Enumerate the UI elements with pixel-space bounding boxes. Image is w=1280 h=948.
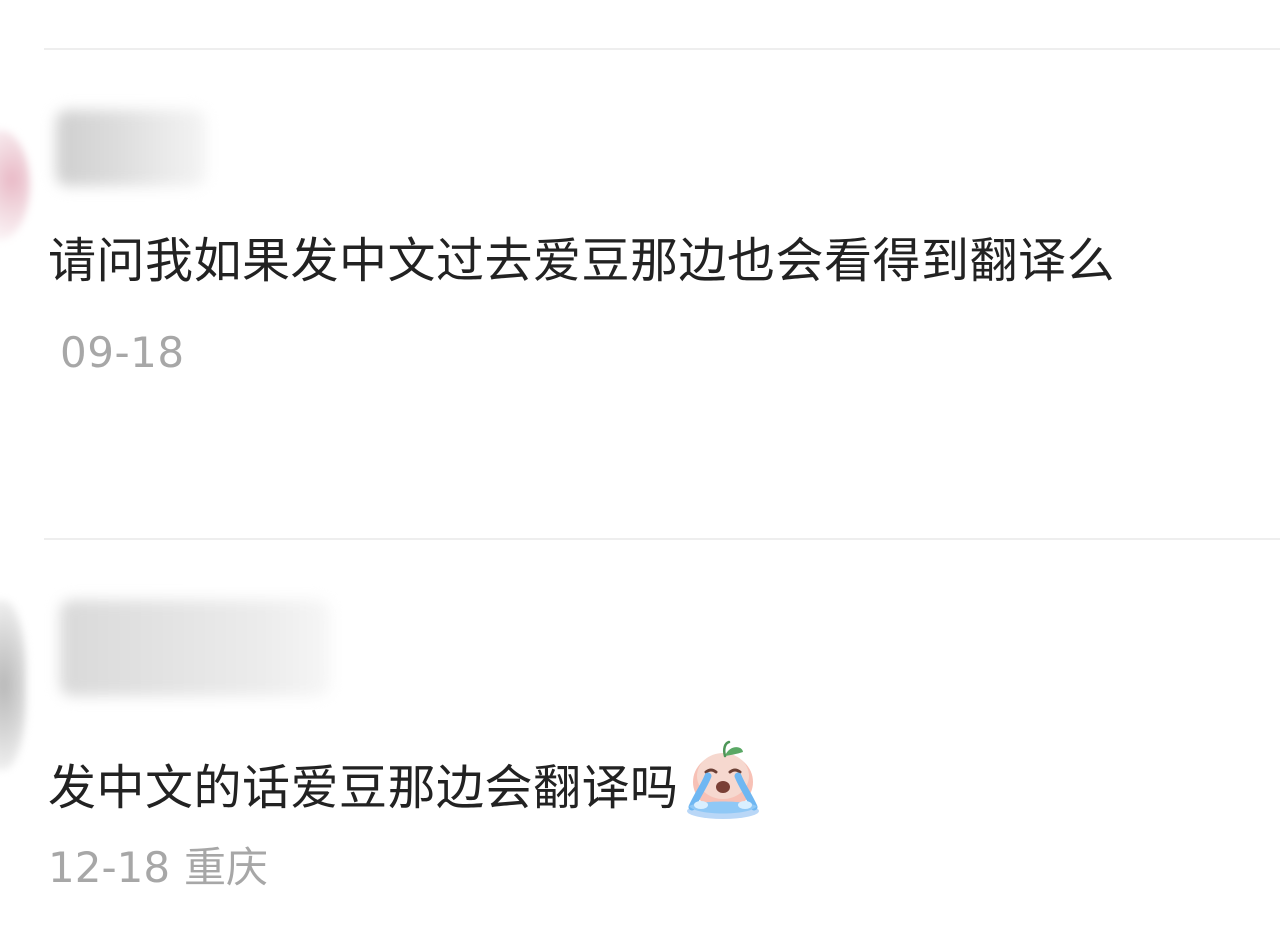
avatar[interactable] [0,600,26,770]
comment-list: 请问我如果发中文过去爱豆那边也会看得到翻译么 09-18 发中文的话爱豆那边会翻译… [0,0,1280,948]
comment-location: 重庆 [184,843,269,892]
comment-text: 发中文的话爱豆那边会翻译吗 [48,760,679,816]
divider [44,48,1280,50]
comment-body: 请问我如果发中文过去爱豆那边也会看得到翻译么 09-18 [48,216,1188,398]
comment-date: 12-18 [48,843,171,892]
comment-text: 请问我如果发中文过去爱豆那边也会看得到翻译么 [48,233,1116,289]
comment-body: 发中文的话爱豆那边会翻译吗 [48,738,1248,833]
crying-emoji-icon [686,740,759,819]
username-blurred[interactable] [60,600,330,696]
comment-meta: 12-18 重庆 [48,836,268,900]
avatar[interactable] [0,130,30,240]
username-blurred[interactable] [56,110,206,186]
comment-date: 09-18 [60,328,185,377]
divider [44,538,1280,540]
